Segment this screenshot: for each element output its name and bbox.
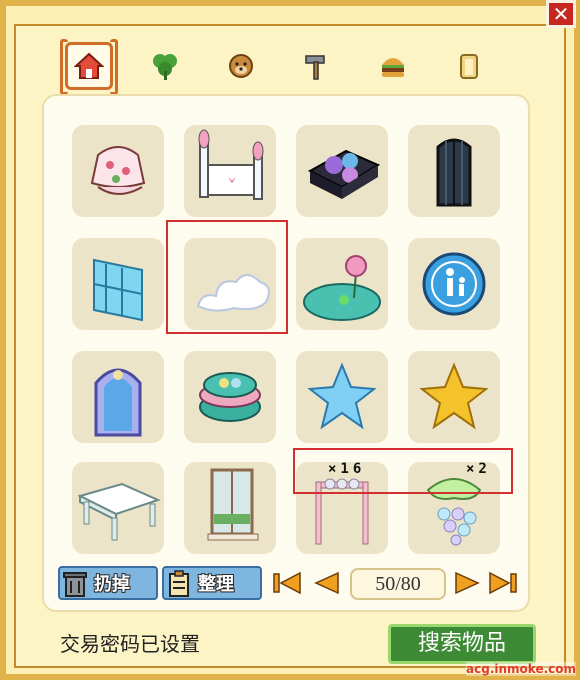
lotus-pond-icon: [303, 255, 381, 321]
page-indicator: 50/80: [350, 568, 446, 600]
last-page-icon[interactable]: [488, 570, 518, 596]
inventory-slot[interactable]: [408, 125, 500, 217]
quantity-label: ×16: [328, 461, 366, 477]
inventory-slot[interactable]: [184, 125, 276, 217]
inventory-slot[interactable]: [72, 462, 164, 554]
inventory-slot[interactable]: [184, 462, 276, 554]
discard-label: 扔掉: [94, 574, 130, 595]
inventory-slot[interactable]: [184, 351, 276, 443]
quantity-label: ×2: [466, 461, 491, 477]
close-x-icon: ✕: [552, 2, 570, 26]
tab-food[interactable]: [369, 42, 417, 90]
door-item-icon: [460, 54, 478, 79]
clover-plant-icon: [153, 54, 177, 80]
inventory-slot[interactable]: [408, 238, 500, 330]
tab-tools[interactable]: [293, 42, 341, 90]
ice-bookshelf-icon: [93, 258, 143, 322]
gold-star-icon: [419, 362, 489, 430]
flower-lamp-icon: [90, 146, 146, 195]
window-frame-icon: [207, 468, 259, 541]
trash-can-icon: [63, 572, 87, 597]
tab-pets[interactable]: [217, 42, 265, 90]
purple-sofa-icon: [307, 149, 381, 199]
macaron-icon: [199, 372, 261, 422]
organize-button[interactable]: 整理: [162, 566, 262, 600]
restroom-sign-icon: [422, 252, 486, 316]
close-button[interactable]: ✕: [546, 0, 576, 28]
dark-window-icon: [436, 138, 472, 207]
clipboard-icon: [169, 570, 189, 597]
tab-misc[interactable]: [445, 42, 493, 90]
white-table-icon: [77, 482, 161, 541]
next-page-icon[interactable]: [452, 570, 482, 596]
inventory-slot[interactable]: [296, 351, 388, 443]
inventory-slot[interactable]: [296, 238, 388, 330]
house-icon: [74, 52, 104, 79]
bunny-bed-icon: [198, 129, 264, 200]
trade-password-status: 交易密码已设置: [60, 632, 200, 656]
watermark: acg.inmoke.com: [466, 662, 576, 676]
inventory-slot[interactable]: [72, 351, 164, 443]
discard-button[interactable]: 扔掉: [58, 566, 158, 600]
category-tabs: [55, 39, 525, 95]
dog-pet-icon: [229, 54, 253, 78]
hammer-tool-icon: [305, 55, 325, 80]
cloud-highlight-box: [166, 220, 288, 334]
prev-page-icon[interactable]: [312, 570, 342, 596]
inventory-slot[interactable]: [408, 351, 500, 443]
inventory-toolbar: 扔掉 整理 50/80: [58, 560, 520, 606]
search-items-button[interactable]: 搜索物品: [388, 624, 536, 664]
inventory-slot[interactable]: [72, 238, 164, 330]
first-page-icon[interactable]: [272, 570, 302, 596]
tab-plants[interactable]: [141, 42, 189, 90]
arch-mirror-icon: [94, 368, 142, 437]
burger-food-icon: [382, 58, 404, 77]
inventory-slot[interactable]: [72, 125, 164, 217]
tab-house[interactable]: [60, 39, 118, 95]
inventory-slot[interactable]: [296, 125, 388, 217]
organize-label: 整理: [198, 574, 234, 595]
blue-star-icon: [307, 362, 377, 430]
